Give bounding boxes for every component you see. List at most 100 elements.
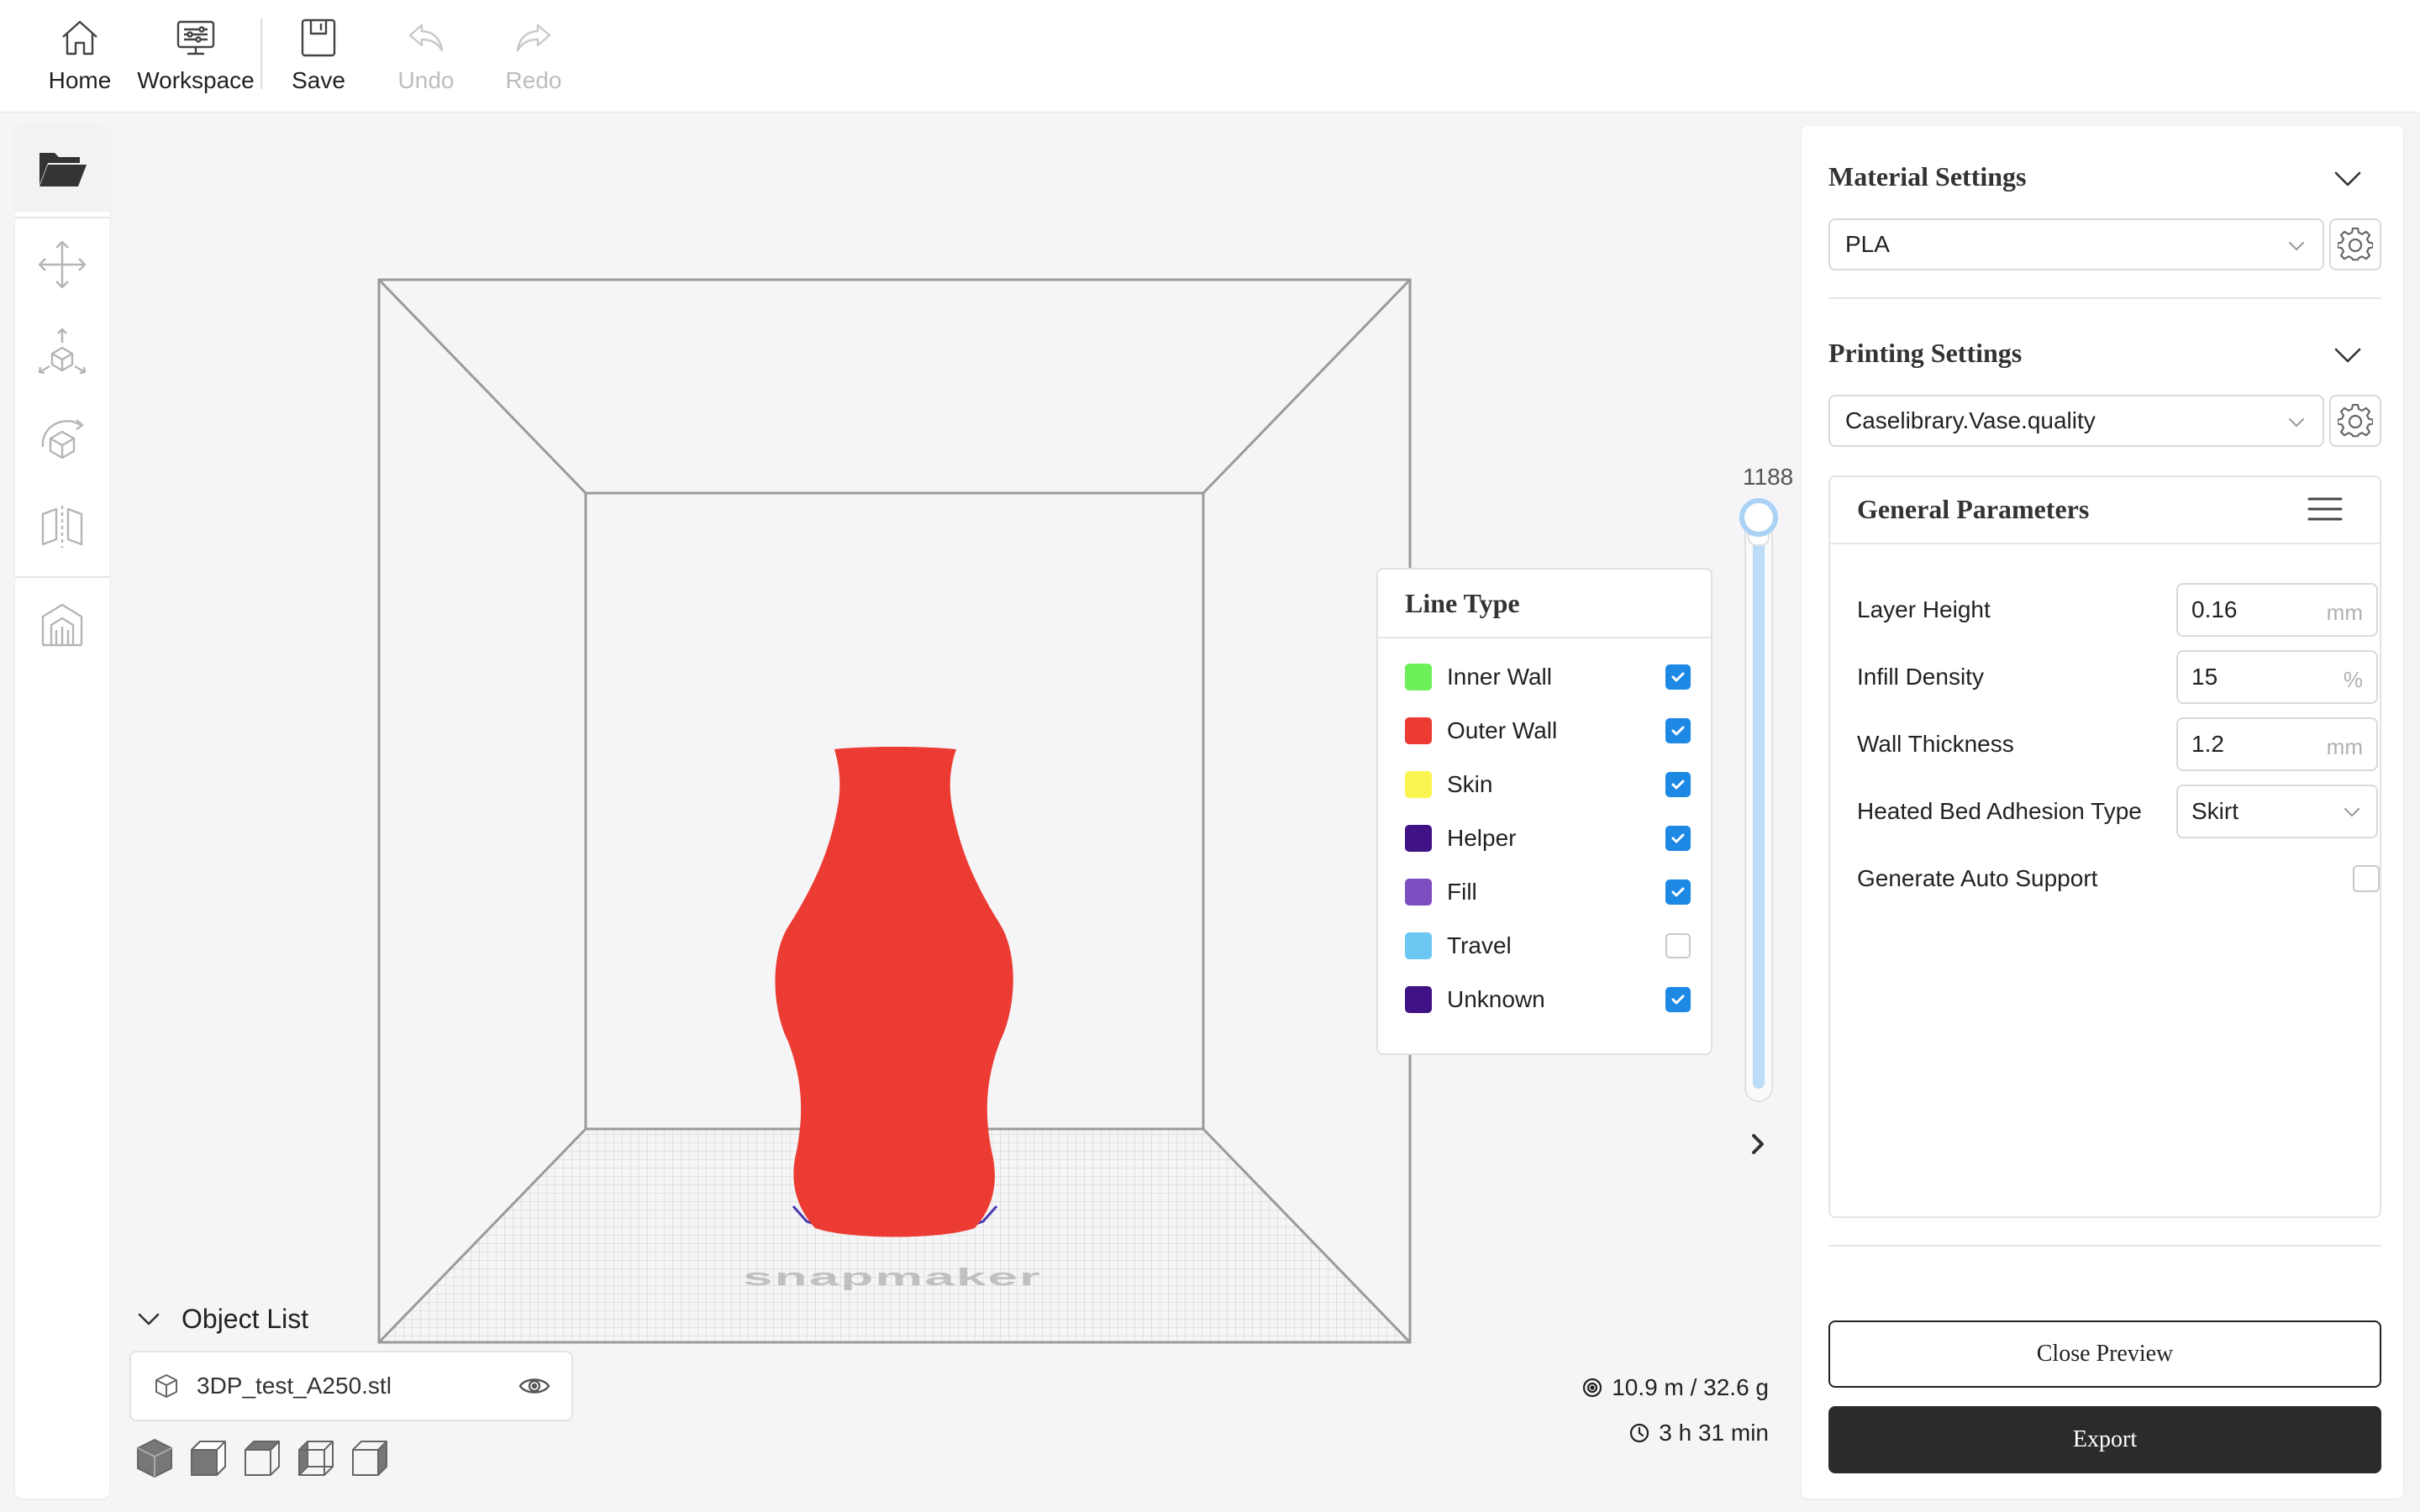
line-type-checkbox[interactable] [1665,772,1691,797]
line-type-checkbox[interactable] [1665,664,1691,690]
front-view-icon[interactable] [187,1436,230,1480]
checkmark-icon [1671,887,1685,897]
chevron-right-icon[interactable] [1746,1127,1770,1161]
printing-profile-select[interactable]: Caselibrary.Vase.quality [1828,395,2324,447]
adhesion-type-value: Skirt [2191,798,2238,824]
material-select-value: PLA [1845,231,1890,257]
line-type-checkbox[interactable] [1665,826,1691,851]
top-view-icon[interactable] [240,1436,284,1480]
support-icon [41,603,83,647]
object-list-title: Object List [182,1303,309,1334]
workspace-label: Workspace [137,67,255,93]
general-parameters-box: General Parameters Layer Height 0.16 mm … [1828,475,2381,1218]
clock-icon [1630,1423,1649,1443]
line-type-label: Fill [1447,879,1477,905]
layer-height-label: Layer Height [1857,596,1991,622]
redo-button[interactable]: Redo [471,15,597,102]
layer-height-input[interactable]: 0.16 mm [2176,583,2378,637]
material-select[interactable]: PLA [1828,218,2324,270]
auto-support-row: Generate Auto Support [1857,852,2380,906]
printing-settings-title: Printing Settings [1828,338,2023,368]
line-type-row: Inner Wall [1405,660,1691,694]
color-swatch [1405,825,1432,852]
line-type-row: Helper [1405,822,1691,855]
export-button[interactable]: Export [1828,1406,2381,1473]
wall-thickness-unit: mm [2326,734,2363,759]
plate-watermark: snapmaker [743,1263,1042,1290]
line-type-row: Fill [1405,875,1691,909]
left-tool-rail [15,126,109,1499]
mirror-tool-button[interactable] [15,484,109,570]
line-type-label: Skin [1447,771,1493,797]
open-file-button[interactable] [15,126,109,212]
move-icon [38,240,87,289]
general-parameters-title: General Parameters [1857,494,2090,524]
move-tool-button[interactable] [15,222,109,307]
auto-support-label: Generate Auto Support [1857,865,2098,891]
line-type-row: Skin [1405,768,1691,801]
right-view-icon[interactable] [348,1436,392,1480]
wall-thickness-row: Wall Thickness 1.2 mm [1857,717,2378,771]
eye-icon[interactable] [518,1369,551,1403]
settings-panel: Material Settings PLA Printing Settings … [1802,126,2403,1499]
line-type-label: Inner Wall [1447,664,1553,690]
general-parameters-divider [1830,543,2380,544]
printing-settings-button[interactable] [2329,395,2381,447]
line-type-title: Line Type [1405,588,1520,618]
adhesion-type-label: Heated Bed Adhesion Type [1857,798,2142,824]
support-tool-button[interactable] [15,581,109,667]
undo-label: Undo [397,67,455,93]
layer-height-row: Layer Height 0.16 mm [1857,583,2378,637]
save-icon [301,18,336,57]
iso-view-icon[interactable] [133,1436,176,1480]
color-swatch [1405,664,1432,690]
wall-thickness-input[interactable]: 1.2 mm [2176,717,2378,771]
material-settings-button[interactable] [2329,218,2381,270]
chevron-down-icon[interactable] [2331,161,2365,195]
rail-divider [15,576,109,578]
line-type-checkbox[interactable] [1665,718,1691,743]
workspace-button[interactable]: Workspace [133,15,259,102]
line-type-divider [1378,637,1711,638]
infill-density-input[interactable]: 15 % [2176,650,2378,704]
line-type-checkbox[interactable] [1665,987,1691,1012]
line-type-checkbox[interactable] [1665,879,1691,905]
cube-icon [155,1374,177,1398]
home-label: Home [48,67,112,93]
undo-icon [408,24,444,52]
printing-profile-value: Caselibrary.Vase.quality [1845,407,2096,433]
rotate-tool-button[interactable] [15,396,109,482]
home-button[interactable]: Home [17,15,143,102]
chevron-down-icon [2344,808,2360,817]
scale-tool-button[interactable] [15,309,109,395]
rotate-icon [41,419,84,459]
section-divider [1828,297,2381,299]
object-list-toggle[interactable]: Object List [134,1300,308,1337]
layer-height-value: 0.16 [2191,596,2238,622]
close-preview-button[interactable]: Close Preview [1828,1320,2381,1388]
line-type-checkbox[interactable] [1665,933,1691,958]
hamburger-menu-icon[interactable] [2306,492,2344,526]
layer-count-label: 1188 [1743,464,1794,490]
left-view-icon[interactable] [294,1436,338,1480]
chevron-down-icon [2289,418,2304,428]
line-type-label: Travel [1447,932,1512,958]
home-icon [62,20,97,55]
line-type-label: Helper [1447,825,1517,851]
color-swatch [1405,986,1432,1013]
chevron-down-icon[interactable] [2331,338,2365,371]
adhesion-type-select[interactable]: Skirt [2176,785,2378,838]
filament-usage: 10.9 m / 32.6 g [1581,1374,1769,1401]
color-swatch [1405,771,1432,798]
chevron-down-icon [138,1313,160,1326]
color-swatch [1405,932,1432,959]
layer-slider-handle[interactable] [1739,497,1778,537]
gear-icon [2338,227,2373,261]
checkmark-icon [1671,726,1685,736]
chevron-down-icon [2289,242,2304,251]
adhesion-type-row: Heated Bed Adhesion Type Skirt [1857,785,2378,838]
auto-support-checkbox[interactable] [2353,865,2380,892]
mirror-icon [41,506,83,548]
object-list-item[interactable]: 3DP_test_A250.stl [129,1351,573,1421]
vase-model [775,747,1013,1237]
